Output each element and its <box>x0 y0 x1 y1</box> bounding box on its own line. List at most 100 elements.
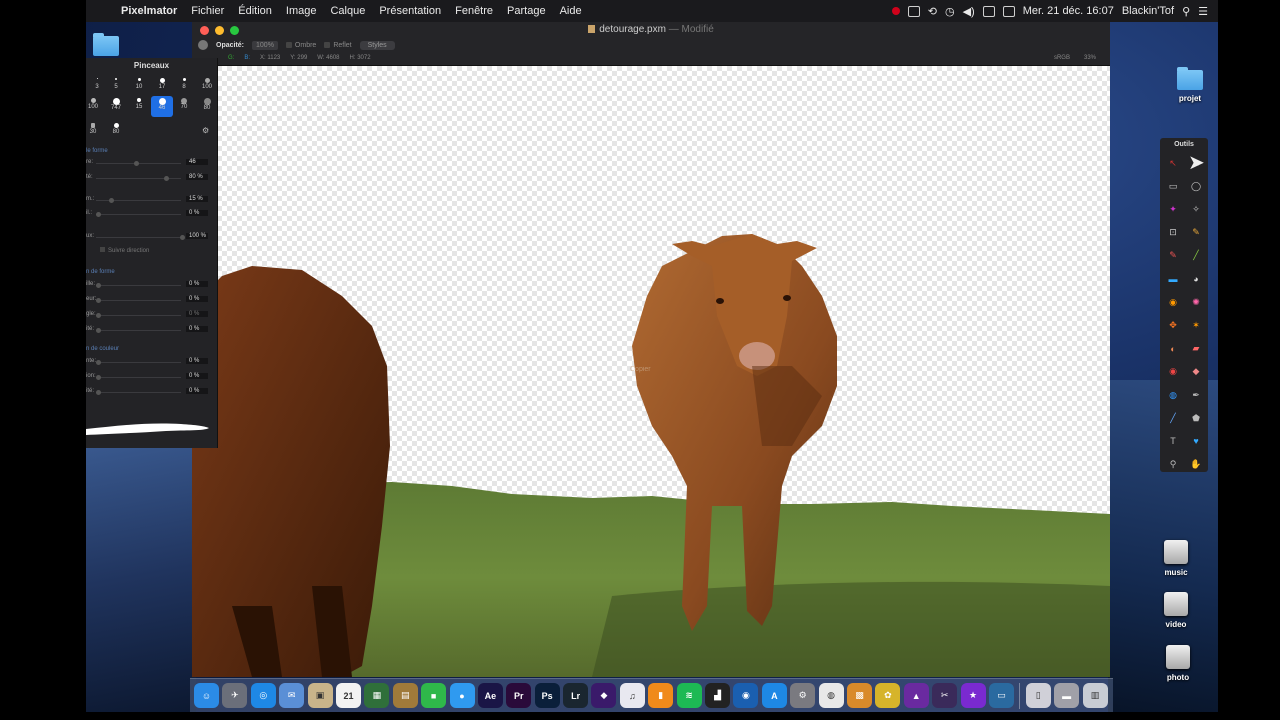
brush-preset[interactable]: 70 <box>173 98 195 110</box>
line-icon[interactable]: ╱ <box>1166 411 1180 425</box>
desktop-drive-video[interactable]: video <box>1146 592 1206 629</box>
menu-fenetre[interactable]: Fenêtre <box>448 5 500 17</box>
shape-icon[interactable]: ⬟ <box>1189 411 1203 425</box>
ellipse-select-icon[interactable]: ◯ <box>1189 179 1203 193</box>
screen-sharing-icon[interactable]: ▭ <box>988 683 1014 708</box>
pen-icon[interactable]: ✒ <box>1189 388 1203 402</box>
after-effects-icon[interactable]: Ae <box>477 683 503 708</box>
launchpad-icon[interactable]: ✈ <box>222 683 248 708</box>
slider-knob[interactable] <box>164 176 169 181</box>
follow-direction-checkbox[interactable]: Suivre direction <box>100 247 149 254</box>
rect-select-icon[interactable]: ▭ <box>1166 179 1180 193</box>
screen-mirror-icon[interactable] <box>907 5 920 17</box>
brush-preset[interactable]: 80 <box>196 98 218 111</box>
battery-icon[interactable] <box>1002 5 1015 17</box>
opacity-field[interactable]: 100% <box>252 40 278 50</box>
calendar-icon[interactable]: 21 <box>335 683 361 708</box>
lasso-icon[interactable]: ✧ <box>1189 202 1203 216</box>
menu-app-name[interactable]: Pixelmator <box>114 5 184 17</box>
image-capture-icon[interactable]: ▩ <box>846 683 872 708</box>
menu-aide[interactable]: Aide <box>553 5 589 17</box>
brush-preset-selected[interactable]: 46 <box>151 96 173 117</box>
brush-preset[interactable]: 8 <box>173 78 195 90</box>
app-store-icon[interactable]: A <box>761 683 787 708</box>
slider-knob[interactable] <box>96 212 101 217</box>
color-profile[interactable]: sRGB <box>1054 55 1070 61</box>
desktop-drive-photo[interactable]: photo <box>1148 645 1208 682</box>
brush-preset[interactable]: 5 <box>105 78 127 90</box>
menu-edition[interactable]: Édition <box>231 5 279 17</box>
brush-settings-gear-icon[interactable]: ⚙ <box>202 126 209 135</box>
ibooks-icon[interactable]: ▮ <box>648 683 674 708</box>
slider-knob[interactable] <box>96 360 101 365</box>
finder-icon[interactable]: ☺ <box>194 683 219 708</box>
slider-shape-angle[interactable]: gle: 0 % <box>86 311 218 321</box>
slider-color-saturation[interactable]: ion: 0 % <box>86 373 218 383</box>
slider-knob[interactable] <box>96 390 101 395</box>
zoom-icon[interactable]: ⚲ <box>1166 458 1180 472</box>
fill-icon[interactable]: ▬ <box>1166 272 1180 286</box>
move-icon[interactable]: ↖ <box>1166 156 1180 170</box>
photoshop-icon[interactable]: Ps <box>534 683 560 708</box>
shadow-checkbox[interactable]: Ombre <box>285 42 316 49</box>
sponge-icon[interactable]: ◐ <box>1166 342 1180 356</box>
brush-preset[interactable]: 100 <box>196 78 218 90</box>
slider-shape-size[interactable]: ille: 0 % <box>86 281 218 291</box>
desktop-folder[interactable] <box>76 33 136 60</box>
brush-icon[interactable]: ╱ <box>1189 249 1203 263</box>
menu-fichier[interactable]: Fichier <box>184 5 231 17</box>
system-prefs-icon[interactable]: ⚙ <box>790 683 816 708</box>
pencil-icon[interactable]: ✎ <box>1166 249 1180 263</box>
slider-knob[interactable] <box>96 298 101 303</box>
slider-knob[interactable] <box>180 235 185 240</box>
imovie-icon[interactable]: ★ <box>960 683 986 708</box>
messages-icon[interactable]: ● <box>449 683 475 708</box>
brush-preset[interactable]: 80 <box>105 123 127 135</box>
slider-knob[interactable] <box>96 313 101 318</box>
itunes-icon[interactable]: ♫ <box>619 683 645 708</box>
menu-calque[interactable]: Calque <box>323 5 372 17</box>
preview-icon[interactable]: ▣ <box>307 683 333 708</box>
slider-knob[interactable] <box>96 328 101 333</box>
text-icon[interactable]: T <box>1166 434 1180 448</box>
facetime-icon[interactable]: ■ <box>421 683 447 708</box>
styles-button[interactable]: Styles <box>359 40 395 50</box>
slider-knob[interactable] <box>96 283 101 288</box>
input-menu-icon[interactable] <box>982 5 995 17</box>
desktop-folder-projet[interactable]: projet <box>1160 67 1220 103</box>
magic-wand-icon[interactable]: ✦ <box>1166 202 1180 216</box>
brush-preset[interactable]: 100 <box>82 98 104 110</box>
mosaic-icon[interactable]: ▦ <box>364 683 390 708</box>
slider-color-brightness[interactable]: ité: 0 % <box>86 388 218 398</box>
blob-icon[interactable]: ◉ <box>1166 295 1180 309</box>
menubar-datetime[interactable]: Mer. 21 déc. 16:07 <box>1023 5 1114 17</box>
affinity-icon[interactable]: ▲ <box>903 683 929 708</box>
clock-icon[interactable]: ◷ <box>945 5 955 18</box>
slider-knob[interactable] <box>96 375 101 380</box>
slider-knob[interactable] <box>109 198 114 203</box>
slider-smoothing[interactable]: il.: 0 % <box>86 210 218 220</box>
eraser-icon[interactable]: ▰ <box>1189 342 1203 356</box>
clone-icon[interactable]: ✺ <box>1189 295 1203 309</box>
slider-color-hue[interactable]: nte: 0 % <box>86 358 218 368</box>
trash-icon[interactable]: ▥ <box>1082 683 1108 708</box>
chrome-icon[interactable]: ◍ <box>818 683 844 708</box>
desktop-drive-music[interactable]: music <box>1146 540 1206 577</box>
notification-center-icon[interactable]: ☰ <box>1198 5 1208 18</box>
brush-preset[interactable]: 30 <box>82 123 104 135</box>
brush-preset[interactable]: 15 <box>128 98 150 110</box>
brush-preset[interactable]: 17 <box>151 78 173 90</box>
lightroom-icon[interactable]: Lr <box>563 683 589 708</box>
image-canvas[interactable]: Copier <box>192 66 1110 677</box>
time-machine-icon[interactable]: ⟲ <box>928 5 937 18</box>
menu-image[interactable]: Image <box>279 5 324 17</box>
final-cut-icon[interactable]: ✂ <box>932 683 958 708</box>
healing-icon[interactable]: ◆ <box>1189 365 1203 379</box>
menubar-user[interactable]: Blackin'Tof <box>1122 5 1174 17</box>
safari-icon[interactable]: ◎ <box>250 683 276 708</box>
activity-icon[interactable]: ▟ <box>705 683 731 708</box>
redeye-icon[interactable]: ◉ <box>1166 365 1180 379</box>
slider-flow[interactable]: ux: 100 % <box>86 233 218 243</box>
menu-presentation[interactable]: Présentation <box>372 5 448 17</box>
spotify-icon[interactable]: ≋ <box>676 683 702 708</box>
